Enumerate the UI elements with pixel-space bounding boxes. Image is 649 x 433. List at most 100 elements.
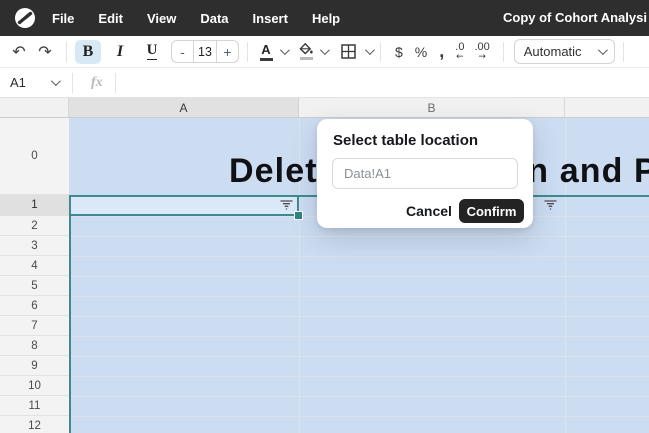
cell-reference-box[interactable]: A1 — [0, 75, 64, 90]
cell-reference-value: A1 — [10, 75, 26, 90]
number-format-value: Automatic — [524, 44, 582, 59]
number-format-dropdown[interactable]: Automatic — [514, 39, 615, 64]
fill-handle[interactable] — [294, 211, 303, 220]
gridline — [69, 236, 649, 237]
column-header-a[interactable]: A — [69, 98, 299, 117]
increase-decimals-button[interactable]: .00 → — [469, 42, 494, 62]
toolbar-divider — [503, 42, 504, 62]
paint-bucket-icon — [299, 43, 313, 55]
menu-view[interactable]: View — [147, 11, 176, 26]
gridline — [69, 316, 649, 317]
gridline — [69, 416, 649, 417]
row-header-10[interactable]: 10 — [0, 376, 69, 396]
arrow-right-icon: → — [478, 53, 486, 62]
redo-button[interactable]: ↷ — [32, 40, 58, 64]
cancel-button[interactable]: Cancel — [405, 203, 453, 219]
italic-icon: I — [117, 43, 123, 61]
toolbar-divider — [247, 42, 248, 62]
text-color-button[interactable]: A — [256, 40, 276, 64]
toolbar-divider — [66, 42, 67, 62]
select-table-location-dialog: Select table location Cancel Confirm — [317, 119, 533, 228]
gridline — [69, 396, 649, 397]
column-header-b[interactable]: B — [299, 98, 565, 117]
decrease-decimals-button[interactable]: .0 ← — [450, 42, 469, 62]
row-header-8[interactable]: 8 — [0, 336, 69, 356]
menu-insert[interactable]: Insert — [253, 11, 288, 26]
number-format-chevron-icon — [598, 45, 608, 55]
row-header-1[interactable]: 1 — [0, 195, 69, 216]
column-header-c[interactable] — [565, 98, 649, 117]
font-size-decrease-button[interactable]: - — [172, 41, 193, 62]
filter-icon[interactable] — [280, 200, 293, 210]
select-all-corner[interactable] — [0, 98, 69, 117]
text-color-swatch — [260, 58, 273, 61]
filter-icon[interactable] — [544, 200, 557, 210]
font-size-increase-button[interactable]: + — [217, 41, 238, 62]
bold-icon: B — [83, 43, 94, 61]
borders-grid-icon — [341, 44, 356, 59]
fill-color-chevron-icon[interactable] — [320, 45, 330, 55]
row-header-5[interactable]: 5 — [0, 276, 69, 296]
table-location-input[interactable] — [332, 158, 518, 189]
formula-input[interactable] — [118, 68, 649, 97]
percent-format-button[interactable]: % — [409, 44, 433, 60]
menu-help[interactable]: Help — [312, 11, 340, 26]
formatting-toolbar: ↶ ↷ B I U - 13 + A — [0, 36, 649, 68]
italic-button[interactable]: I — [107, 40, 133, 64]
gridline — [69, 376, 649, 377]
redo-icon: ↷ — [38, 44, 51, 60]
row-header-6[interactable]: 6 — [0, 296, 69, 316]
row-header-9[interactable]: 9 — [0, 356, 69, 376]
text-color-chevron-icon[interactable] — [280, 45, 290, 55]
row-header-3[interactable]: 3 — [0, 236, 69, 256]
document-title[interactable]: Copy of Cohort Analysi — [503, 0, 647, 36]
fill-color-button[interactable] — [296, 40, 316, 64]
thousands-separator-button[interactable]: , — [433, 48, 450, 55]
gridline — [69, 296, 649, 297]
underline-button[interactable]: U — [139, 40, 165, 64]
underline-icon: U — [147, 43, 158, 60]
formula-bar: A1 fx — [0, 68, 649, 98]
borders-chevron-icon[interactable] — [365, 45, 375, 55]
currency-format-button[interactable]: $ — [389, 44, 409, 60]
dialog-title: Select table location — [333, 132, 478, 149]
row-header-4[interactable]: 4 — [0, 256, 69, 276]
toolbar-divider — [623, 42, 624, 62]
gridline — [69, 356, 649, 357]
spreadsheet-app: File Edit View Data Insert Help Copy of … — [0, 0, 649, 433]
top-menu-bar: File Edit View Data Insert Help Copy of … — [0, 0, 649, 36]
column-header-row: A B — [0, 98, 649, 118]
menu-file[interactable]: File — [52, 11, 74, 26]
cell-reference-chevron-icon — [51, 76, 61, 86]
table-left-border — [69, 195, 71, 433]
undo-icon: ↶ — [12, 44, 25, 60]
rows-logo-icon[interactable] — [14, 7, 36, 29]
gridline — [69, 336, 649, 337]
menu-edit[interactable]: Edit — [98, 11, 123, 26]
increase-decimals-icon: .00 — [474, 42, 489, 53]
fx-icon: fx — [81, 75, 113, 91]
font-size-stepper: - 13 + — [171, 40, 239, 63]
menu-data[interactable]: Data — [200, 11, 228, 26]
font-size-value[interactable]: 13 — [193, 41, 217, 62]
formula-bar-divider — [72, 73, 73, 93]
undo-button[interactable]: ↶ — [6, 40, 32, 64]
borders-button[interactable] — [335, 40, 361, 64]
row-header-2[interactable]: 2 — [0, 216, 69, 236]
text-color-icon: A — [261, 43, 270, 56]
row-header-12[interactable]: 12 — [0, 416, 69, 433]
arrow-left-icon: ← — [456, 53, 464, 62]
confirm-button[interactable]: Confirm — [459, 199, 524, 223]
formula-bar-divider — [115, 73, 116, 93]
row-header-column: 0 1 2 3 4 5 6 7 8 9 10 11 12 — [0, 118, 69, 433]
row-header-11[interactable]: 11 — [0, 396, 69, 416]
menu-list: File Edit View Data Insert Help — [52, 11, 340, 26]
toolbar-divider — [380, 42, 381, 62]
gridline — [69, 256, 649, 257]
gridline — [69, 276, 649, 277]
selected-cell-a1[interactable] — [69, 195, 299, 216]
fill-color-swatch — [300, 57, 313, 60]
row-header-7[interactable]: 7 — [0, 316, 69, 336]
bold-button[interactable]: B — [75, 40, 101, 64]
row-header-0[interactable]: 0 — [0, 118, 69, 195]
